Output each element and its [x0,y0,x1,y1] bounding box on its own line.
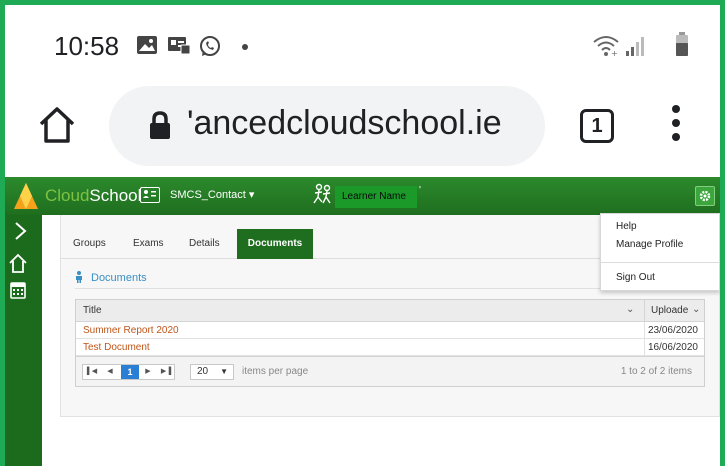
menu-item-manage-profile[interactable]: Manage Profile [616,239,683,250]
items-per-page-label: items per page [242,366,309,377]
status-bar: 10:58 + [5,5,720,81]
contact-selector[interactable]: SMCS_Contact ▾ [170,188,254,201]
person-icon [76,271,82,283]
page-size-value: 20 [197,366,209,377]
column-title-menu-icon[interactable]: ⌄ [626,304,634,315]
page-size-select[interactable]: 20 ▼ [190,364,234,380]
table-row: Test Document 16/06/2020 [76,339,704,356]
menu-divider [601,262,719,263]
current-page-button[interactable]: 1 [121,365,139,379]
learner-icon[interactable] [311,183,333,207]
tab-exams[interactable]: Exams [133,229,173,259]
section-title: Documents [91,272,147,284]
expand-chevron-icon[interactable] [5,219,42,243]
sidebar-calendar-icon[interactable] [5,279,42,303]
learner-caret: ' [419,185,421,196]
column-header-title[interactable]: Title [83,305,102,316]
image-icon [137,36,157,54]
dropdown-arrow-icon: ▼ [220,367,228,376]
column-uploaded-menu-icon[interactable]: ⌄ [692,304,700,315]
cloudschool-logo-icon[interactable] [11,181,41,211]
last-page-icon[interactable]: ▶▐ [157,365,175,379]
address-bar[interactable]: 'ancedcloudschool.ie [109,86,545,166]
item-count-label: 1 to 2 of 2 items [620,366,692,377]
prev-page-icon[interactable]: ◀ [101,365,119,379]
lock-icon [150,111,170,139]
signal-icon [626,37,644,56]
next-page-icon[interactable]: ▶ [139,365,157,379]
user-menu-dropdown: Help Manage Profile Sign Out [600,213,720,291]
browser-toolbar: 'ancedcloudschool.ie 1 [5,81,720,177]
menu-item-sign-out[interactable]: Sign Out [616,272,655,283]
document-link[interactable]: Test Document [83,342,150,353]
grid-header: Title ⌄ Uploade ⌄ [76,300,704,322]
logo-text-cloud: Cloud [45,186,90,205]
app-header: CloudSchool SMCS_Contact ▾ Learner Name … [5,177,720,215]
tab-switcher-button[interactable]: 1 [580,109,614,143]
home-icon[interactable] [35,103,79,147]
left-sidebar [5,215,42,466]
app-logo-text[interactable]: CloudSchool [45,186,141,206]
document-link[interactable]: Summer Report 2020 [83,325,179,336]
url-text: 'ancedcloudschool.ie [187,104,502,142]
tab-documents[interactable]: Documents [237,229,313,259]
table-row: Summer Report 2020 23/06/2020 [76,322,704,339]
browser-menu-icon[interactable] [669,103,683,147]
whatsapp-icon [200,36,220,56]
phone-screen: 10:58 + 'ancedcloudschool.ie 1 CloudScho… [0,0,725,466]
upload-date: 23/06/2020 [644,322,704,339]
contact-card-icon [168,37,191,55]
logo-text-school: School [89,186,142,205]
status-clock: 10:58 [54,31,120,61]
contact-card-glyph-icon [143,190,156,198]
svg-text:+: + [611,49,618,57]
dot-icon [242,44,248,50]
grid-pager: ▌◀ ◀ 1 ▶ ▶▐ 20 ▼ items per page 1 to 2 of… [76,356,704,386]
contact-card-icon[interactable] [140,187,160,203]
tab-details[interactable]: Details [189,229,229,259]
documents-grid: Title ⌄ Uploade ⌄ Summer Report 2020 23/… [75,299,705,387]
battery-icon [676,32,688,56]
menu-item-help[interactable]: Help [616,221,637,232]
wifi-icon: + [593,36,619,57]
upload-date: 16/06/2020 [644,339,704,356]
gear-icon [699,190,711,202]
settings-button[interactable] [695,186,715,206]
first-page-icon[interactable]: ▌◀ [83,365,101,379]
learner-name-selector[interactable]: Learner Name [335,186,417,208]
tab-groups[interactable]: Groups [73,229,113,259]
sidebar-home-icon[interactable] [5,251,42,275]
pager-buttons: ▌◀ ◀ 1 ▶ ▶▐ [82,364,175,380]
